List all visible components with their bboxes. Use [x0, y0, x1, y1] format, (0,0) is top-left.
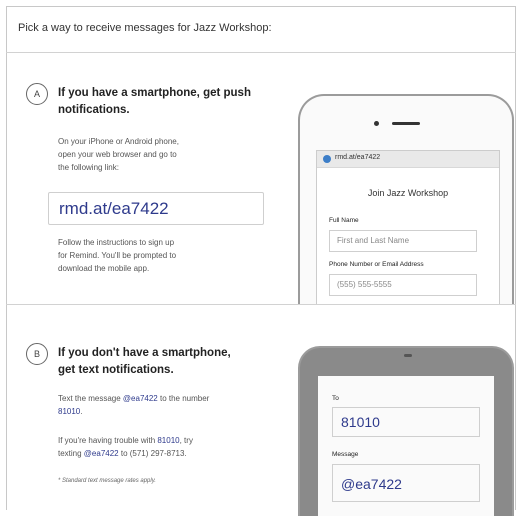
browser-url-bar: rmd.at/ea7422	[317, 151, 499, 168]
instructions-line1: On your iPhone or Android phone,	[58, 137, 179, 146]
section-a-title: If you have a smartphone, get push notif…	[58, 85, 251, 119]
sms-screen: To 81010 Message @ea7422	[318, 376, 494, 516]
phone-earpiece-icon	[404, 354, 412, 357]
text-instructions: Text the message @ea7422 to the number 8…	[58, 394, 210, 416]
phone-speaker-icon	[392, 122, 420, 125]
trouble-text: If you're having trouble with 81010, try…	[58, 436, 193, 458]
section-b-title-line2: get text notifications.	[58, 364, 174, 376]
text-instructions-mid: to the number	[157, 394, 210, 403]
header-divider	[6, 52, 516, 53]
section-a-title-line1: If you have a smartphone, get push	[58, 87, 251, 99]
section-a-title-line2: notifications.	[58, 104, 130, 116]
section-a-badge: A	[26, 83, 48, 105]
join-class-title: Join Jazz Workshop	[367, 188, 449, 198]
smartphone-illustration: rmd.at/ea7422 Join Jazz Workshop Full Na…	[298, 94, 514, 304]
text-code: @ea7422	[122, 394, 158, 403]
contact-label: Phone Number or Email Address	[329, 261, 424, 268]
phone-camera-icon	[374, 121, 379, 126]
message-field: @ea7422	[332, 464, 480, 502]
instructions-line2: open your web browser and go to	[58, 150, 177, 159]
text-instructions-pre: Text the message	[58, 394, 123, 403]
browser-url-text: rmd.at/ea7422	[335, 154, 381, 161]
section-b-title-line1: If you don't have a smartphone,	[58, 347, 231, 359]
instructions-line3: the following link:	[58, 163, 119, 172]
text-number: 81010	[58, 407, 81, 416]
section-a-instructions: On your iPhone or Android phone, open yo…	[58, 135, 179, 174]
section-divider	[6, 304, 516, 305]
remind-logo-icon	[323, 155, 331, 163]
section-b-title: If you don't have a smartphone, get text…	[58, 345, 231, 379]
follow-line1: Follow the instructions to sign up	[58, 238, 175, 247]
trouble-number: 81010	[157, 436, 180, 445]
to-field: 81010	[332, 407, 480, 437]
rates-footnote: * Standard text message rates apply.	[58, 478, 156, 484]
feature-phone-illustration: To 81010 Message @ea7422	[298, 346, 514, 516]
full-name-field: First and Last Name	[329, 230, 477, 252]
signup-link[interactable]: rmd.at/ea7422	[48, 192, 264, 225]
page-header: Pick a way to receive messages for Jazz …	[18, 22, 272, 34]
follow-line2: for Remind. You'll be prompted to	[58, 251, 177, 260]
contact-field: (555) 555-5555	[329, 274, 477, 296]
trouble-code: @ea7422	[83, 449, 119, 458]
to-label: To	[332, 395, 339, 402]
follow-line3: download the mobile app.	[58, 264, 150, 273]
section-a-follow-text: Follow the instructions to sign up for R…	[58, 236, 176, 275]
section-b-badge: B	[26, 343, 48, 365]
full-name-label: Full Name	[329, 217, 359, 224]
phone-screen: rmd.at/ea7422 Join Jazz Workshop Full Na…	[316, 150, 500, 304]
message-label: Message	[332, 451, 359, 458]
